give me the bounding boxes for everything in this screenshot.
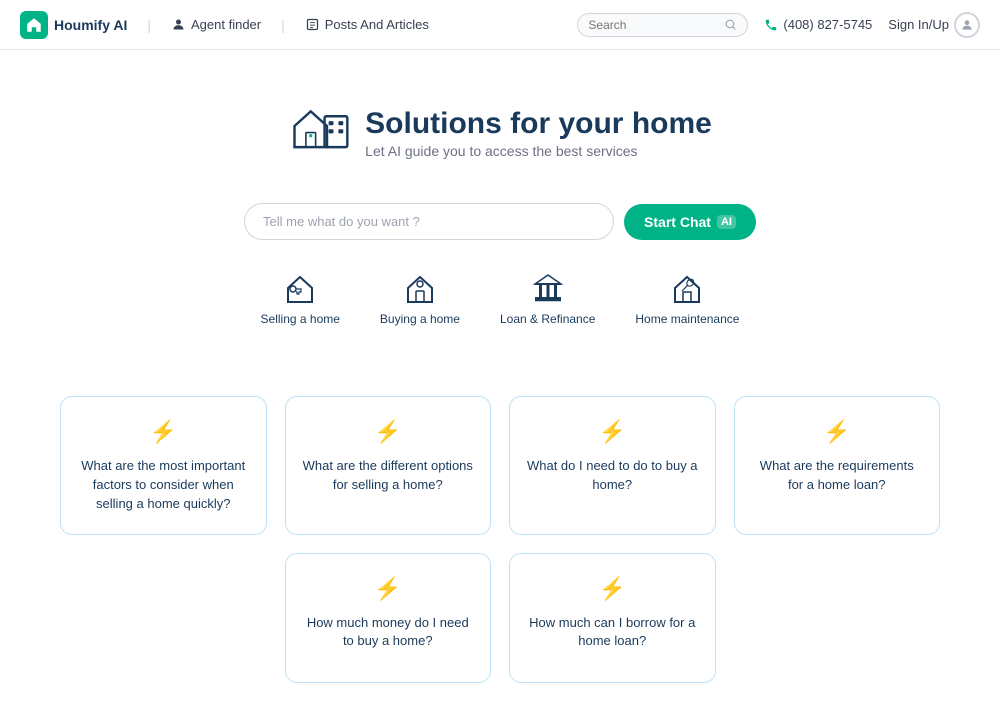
lightning-icon-1: ⚡ [150, 419, 177, 445]
card-2[interactable]: ⚡ What are the different options for sel… [285, 396, 492, 535]
lightning-icon-5: ⚡ [374, 576, 401, 602]
card-5[interactable]: ⚡ How much money do I need to buy a home… [285, 553, 492, 683]
hero-subtitle: Let AI guide you to access the best serv… [365, 143, 712, 159]
nav-agent-finder[interactable]: Agent finder [171, 17, 261, 32]
category-buying[interactable]: Buying a home [380, 270, 460, 326]
phone-icon [764, 18, 778, 32]
cards-row-2: ⚡ How much money do I need to buy a home… [60, 553, 940, 683]
search-icon [724, 18, 737, 31]
phone-text: (408) 827-5745 [783, 17, 872, 32]
card-3-text: What do I need to do to buy a home? [526, 457, 699, 495]
lightning-icon-3: ⚡ [599, 419, 626, 445]
lightning-icon-2: ⚡ [374, 419, 401, 445]
tools-home-icon [669, 270, 705, 306]
card-6-text: How much can I borrow for a home loan? [526, 614, 699, 652]
phone-number: (408) 827-5745 [764, 17, 872, 32]
card-4[interactable]: ⚡ What are the requirements for a home l… [734, 396, 941, 535]
start-chat-label: Start Chat [644, 214, 711, 230]
agent-icon [171, 17, 186, 32]
category-loan[interactable]: Loan & Refinance [500, 270, 595, 326]
category-maintenance-label: Home maintenance [635, 312, 739, 326]
cards-row-1: ⚡ What are the most important factors to… [60, 396, 940, 535]
ai-badge: AI [717, 215, 736, 229]
nav-posts[interactable]: Posts And Articles [305, 17, 429, 32]
card-5-text: How much money do I need to buy a home? [302, 614, 475, 652]
avatar [954, 12, 980, 38]
navbar-left: Houmify AI | Agent finder | Posts And Ar… [20, 11, 429, 39]
navbar: Houmify AI | Agent finder | Posts And Ar… [0, 0, 1000, 50]
cards-section: ⚡ What are the most important factors to… [0, 396, 1000, 723]
nav-divider: | [147, 17, 151, 33]
navbar-right: (408) 827-5745 Sign In/Up [577, 12, 980, 38]
card-1[interactable]: ⚡ What are the most important factors to… [60, 396, 267, 535]
brand-name: Houmify AI [54, 17, 127, 33]
nav-divider2: | [281, 17, 285, 33]
nav-posts-label: Posts And Articles [325, 17, 429, 32]
categories: Selling a home Buying a home [261, 270, 740, 326]
hero-house-icon [288, 100, 353, 165]
search-box[interactable] [577, 13, 748, 37]
chat-input[interactable] [244, 203, 614, 240]
hero-logo: Solutions for your home Let AI guide you… [288, 100, 712, 165]
lightning-icon-6: ⚡ [599, 576, 626, 602]
chat-bar: Start Chat AI [244, 203, 756, 240]
card-4-text: What are the requirements for a home loa… [751, 457, 924, 495]
user-icon [960, 18, 974, 32]
sign-in-button[interactable]: Sign In/Up [888, 12, 980, 38]
start-chat-button[interactable]: Start Chat AI [624, 204, 756, 240]
buy-home-icon [402, 270, 438, 306]
category-maintenance[interactable]: Home maintenance [635, 270, 739, 326]
lightning-icon-4: ⚡ [823, 419, 850, 445]
card-1-text: What are the most important factors to c… [77, 457, 250, 514]
hero-title: Solutions for your home [365, 107, 712, 141]
nav-agent-finder-label: Agent finder [191, 17, 261, 32]
bank-icon [530, 270, 566, 306]
card-3[interactable]: ⚡ What do I need to do to buy a home? [509, 396, 716, 535]
key-home-icon [282, 270, 318, 306]
article-icon [305, 17, 320, 32]
category-selling-label: Selling a home [261, 312, 340, 326]
brand-icon [20, 11, 48, 39]
search-input[interactable] [588, 18, 718, 32]
hero-text: Solutions for your home Let AI guide you… [365, 107, 712, 159]
category-loan-label: Loan & Refinance [500, 312, 595, 326]
category-buying-label: Buying a home [380, 312, 460, 326]
brand[interactable]: Houmify AI [20, 11, 127, 39]
hero-section: Solutions for your home Let AI guide you… [0, 50, 1000, 396]
card-6[interactable]: ⚡ How much can I borrow for a home loan? [509, 553, 716, 683]
category-selling[interactable]: Selling a home [261, 270, 340, 326]
sign-in-label: Sign In/Up [888, 17, 949, 32]
card-2-text: What are the different options for selli… [302, 457, 475, 495]
